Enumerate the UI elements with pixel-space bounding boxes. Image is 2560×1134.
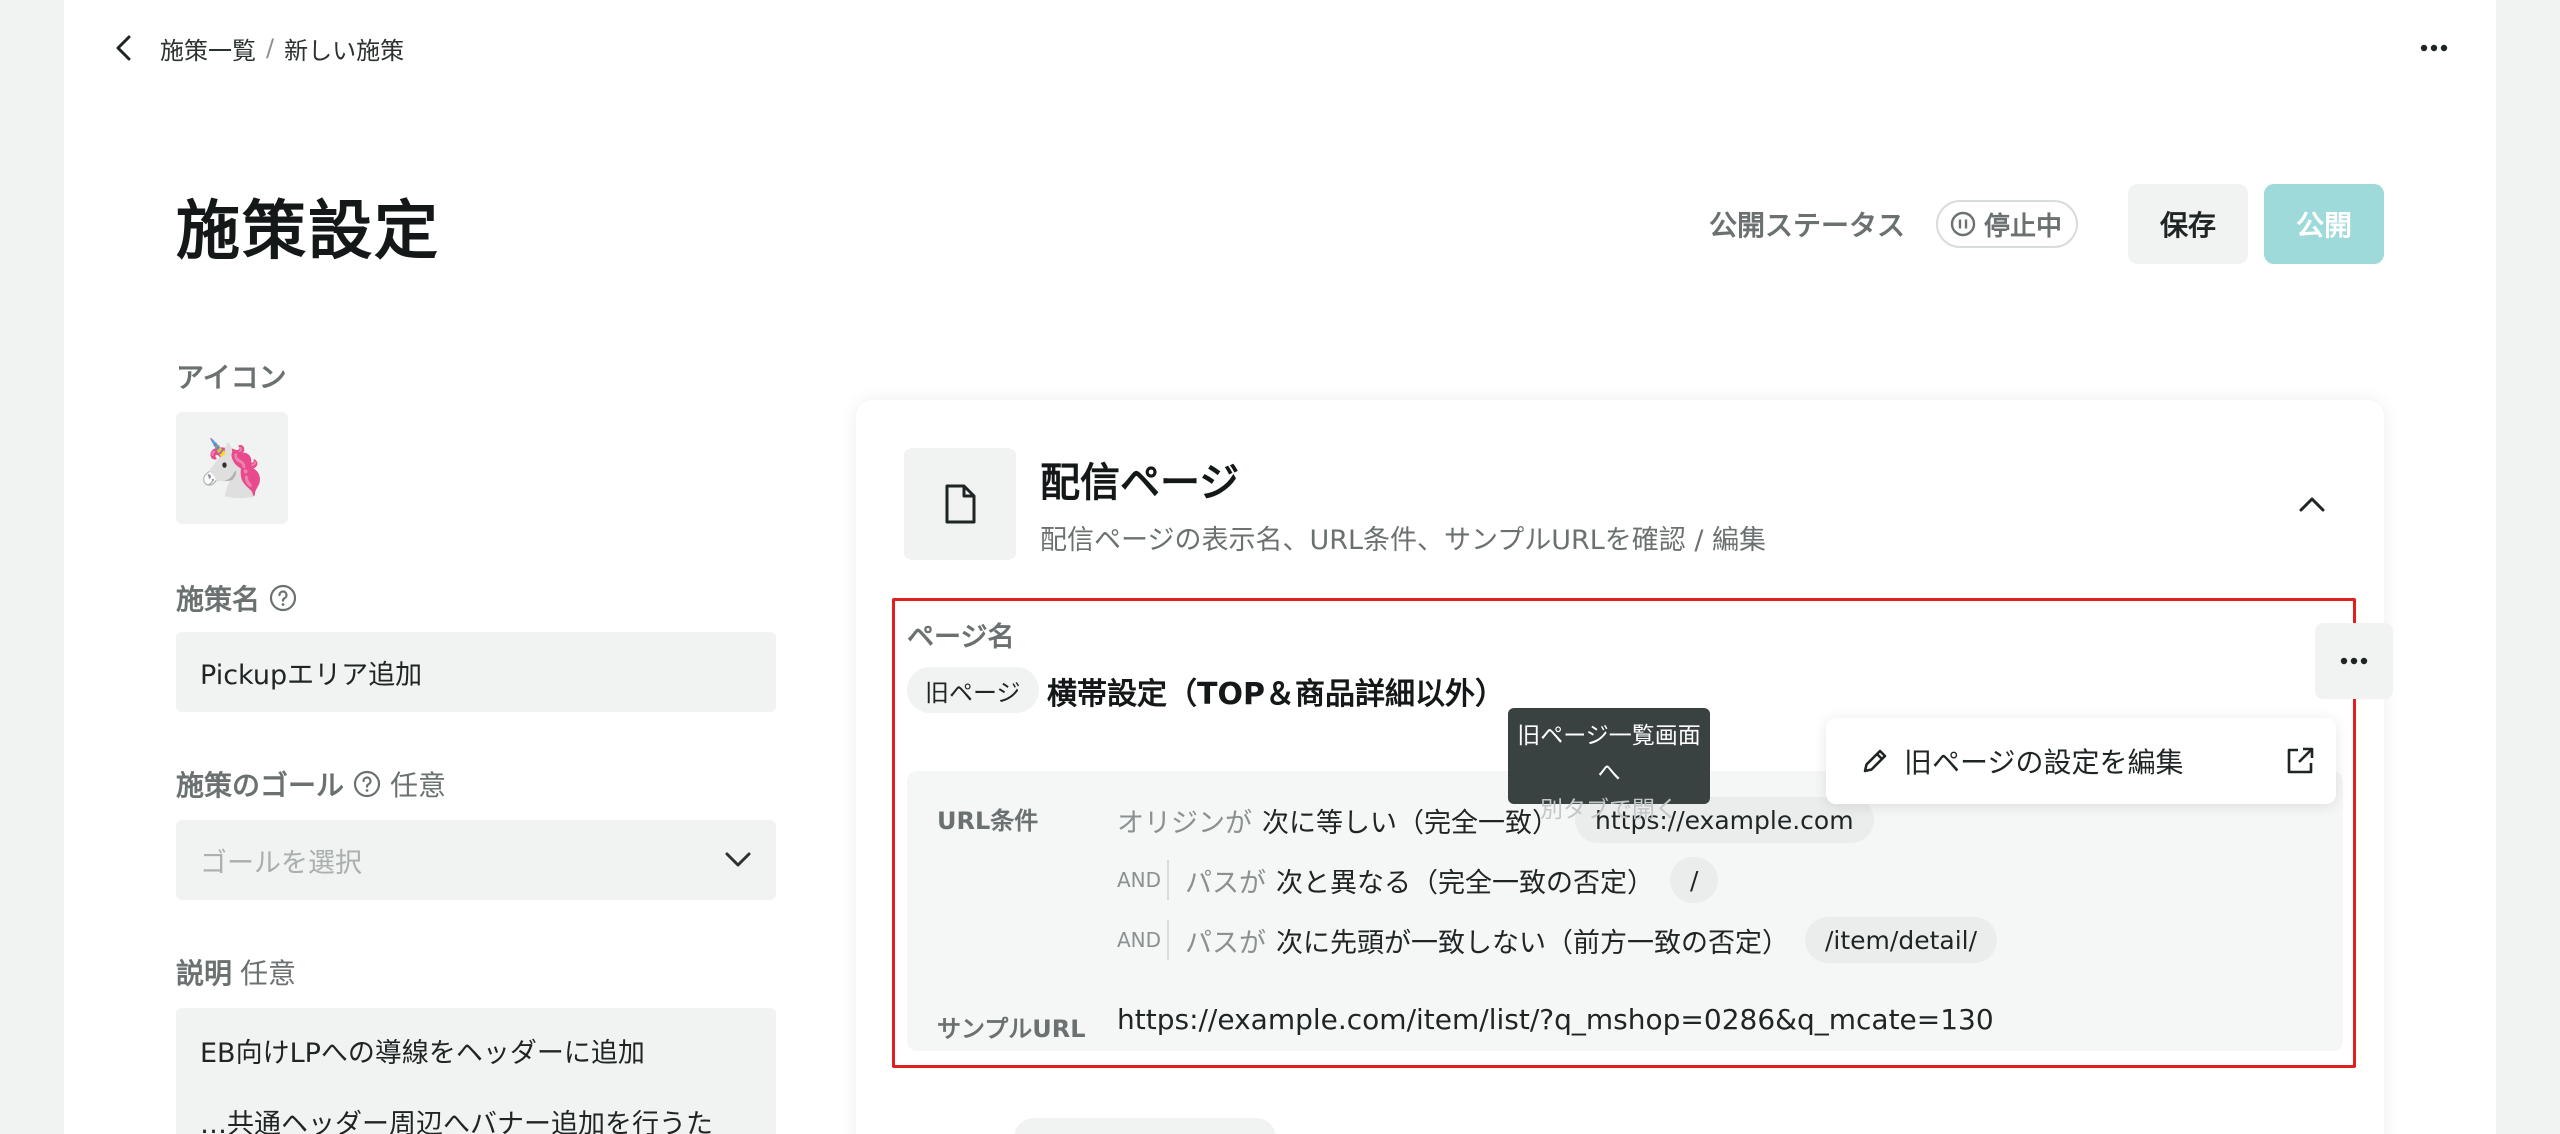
condition-subject: オリジンが: [1117, 807, 1252, 839]
goal-label: 施策のゴール 任意: [176, 764, 446, 804]
unicorn-icon: 🦄: [197, 436, 267, 501]
url-condition-row: AND パスが 次に先頭が一致しない（前方一致の否定） /item/detail…: [1117, 915, 1998, 965]
description-label: 説明 任意: [176, 952, 296, 992]
description-optional-tag: 任意: [240, 957, 297, 990]
goal-select[interactable]: ゴールを選択: [176, 820, 776, 900]
help-icon[interactable]: [268, 583, 298, 613]
goal-label-text: 施策のゴール: [176, 769, 345, 802]
pencil-icon: [1863, 749, 1887, 773]
condition-subject: パスが: [1185, 867, 1266, 899]
page-more-button[interactable]: [2315, 623, 2393, 699]
name-label: 施策名: [176, 578, 298, 618]
url-condition-row: AND パスが 次と異なる（完全一致の否定） /: [1117, 855, 1719, 905]
pause-circle-icon: [1950, 211, 1976, 237]
name-label-text: 施策名: [176, 583, 261, 616]
goal-select-placeholder: ゴールを選択: [200, 847, 362, 879]
tooltip: 旧ページ一覧画面へ 別タブで開く: [1508, 708, 1710, 823]
bottom-pill: [1014, 1118, 1276, 1134]
save-button[interactable]: 保存: [2128, 184, 2248, 264]
condition-value-chip: /item/detail/: [1805, 917, 1998, 963]
condition-subject: パスが: [1185, 927, 1266, 959]
page-detail-section: ページ名 旧ページ 横帯設定（TOP＆商品詳細以外） URL条件 オリジンが 次…: [892, 598, 2393, 1068]
more-menu-button[interactable]: [2412, 28, 2456, 68]
status-value: 停止中: [1984, 211, 2063, 242]
back-button[interactable]: [104, 28, 144, 68]
name-input[interactable]: Pickupエリア追加: [176, 632, 776, 712]
more-horizontal-icon: [2420, 44, 2448, 52]
chevron-up-icon: [2299, 497, 2325, 512]
document-icon: [945, 484, 976, 524]
more-horizontal-icon: [2340, 657, 2368, 665]
publish-button[interactable]: 公開: [2264, 184, 2384, 264]
breadcrumb: 施策一覧 / 新しい施策: [160, 28, 404, 68]
card-subtitle: 配信ページの表示名、URL条件、サンプルURLを確認 / 編集: [1040, 525, 1767, 556]
condition-connector: AND: [1117, 860, 1169, 900]
breadcrumb-parent-link[interactable]: 施策一覧: [160, 31, 256, 66]
icon-label: アイコン: [176, 356, 287, 396]
tooltip-subtitle: 別タブで開く: [1540, 796, 1678, 823]
chevron-down-icon: [725, 852, 751, 867]
breadcrumb-separator: /: [266, 34, 275, 62]
goal-optional-tag: 任意: [390, 769, 447, 802]
status-badge: 停止中: [1936, 200, 2079, 248]
condition-connector: AND: [1117, 920, 1169, 960]
url-condition-row: オリジンが 次に等しい（完全一致） https://example.com: [1117, 795, 1874, 845]
page: 施策一覧 / 新しい施策 施策設定 公開ステータス 停止中 保存 公開 アイコン…: [64, 0, 2496, 1134]
sample-url: https://example.com/item/list/?q_mshop=0…: [1117, 1003, 1994, 1036]
old-page-badge: 旧ページ: [907, 667, 1039, 713]
icon-picker[interactable]: 🦄: [176, 412, 288, 524]
page-name-label: ページ名: [907, 622, 1015, 653]
edit-old-page-menu-item[interactable]: 旧ページの設定を編集: [1904, 741, 2284, 781]
description-line: EB向けLPへの導線をヘッダーに追加: [200, 1038, 645, 1069]
collapse-button[interactable]: [2288, 480, 2336, 528]
icon-label-text: アイコン: [176, 361, 287, 394]
condition-operator: 次と異なる（完全一致の否定）: [1276, 867, 1654, 899]
page-title: 施策設定: [176, 195, 440, 269]
name-input-value: Pickupエリア追加: [200, 659, 423, 691]
chevron-left-icon: [116, 35, 131, 61]
url-conditions-label: URL条件: [937, 807, 1039, 835]
help-icon[interactable]: [352, 769, 382, 799]
breadcrumb-current: 新しい施策: [284, 36, 405, 65]
page-actions-menu: 旧ページの設定を編集: [1826, 718, 2336, 804]
description-textarea[interactable]: EB向けLPへの導線をヘッダーに追加 …共通ヘッダー周辺へバナー追加を行うため…: [176, 1008, 776, 1134]
tooltip-title: 旧ページ一覧画面へ: [1517, 723, 1701, 786]
description-line: …共通ヘッダー周辺へバナー追加を行うため…: [200, 1109, 713, 1134]
page-name: 横帯設定（TOP＆商品詳細以外）: [1047, 677, 1505, 712]
external-link-icon[interactable]: [2284, 745, 2316, 777]
status-label: 公開ステータス: [1709, 209, 1906, 242]
sample-url-label: サンプルURL: [937, 1015, 1086, 1043]
card-title: 配信ページ: [1040, 460, 1240, 506]
condition-operator: 次に先頭が一致しない（前方一致の否定）: [1276, 927, 1789, 959]
condition-value-chip: /: [1670, 857, 1719, 903]
description-label-text: 説明: [176, 957, 233, 990]
card-icon-box: [904, 448, 1016, 560]
